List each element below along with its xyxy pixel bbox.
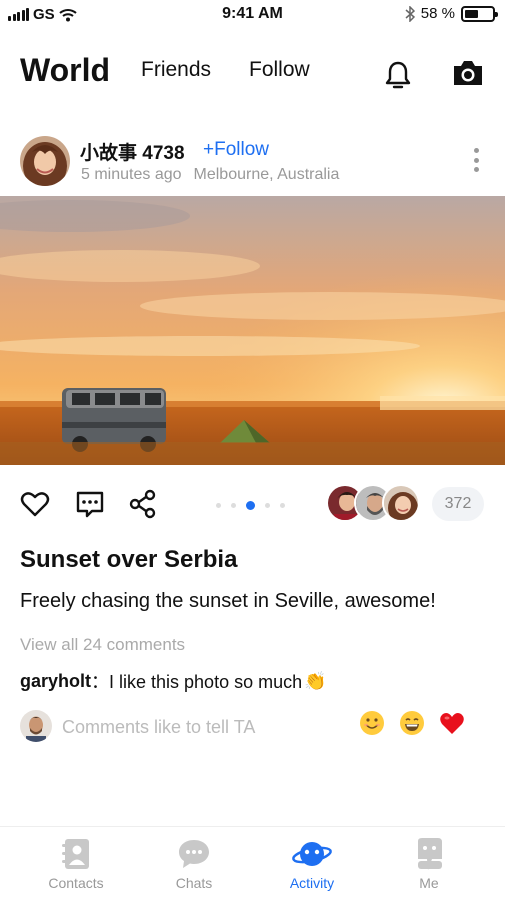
tab-label: Me	[419, 875, 439, 891]
tab-activity[interactable]: Activity	[262, 837, 362, 891]
my-avatar	[20, 710, 52, 742]
liker-avatar	[382, 484, 420, 522]
camera-icon[interactable]	[452, 58, 484, 88]
view-all-comments-link[interactable]: View all 24 comments	[20, 635, 185, 655]
pager-dot-active[interactable]	[246, 501, 255, 510]
pager-dot[interactable]	[231, 503, 236, 508]
bottom-tab-bar: Contacts Chats Activity Me	[0, 826, 505, 897]
contacts-icon	[62, 839, 89, 869]
post-actions: 372	[20, 484, 485, 526]
tab-world[interactable]: World	[20, 52, 110, 89]
post-location[interactable]: Melbourne, Australia	[194, 166, 340, 184]
chat-bubble-icon	[179, 840, 209, 868]
like-count-badge[interactable]: 372	[432, 487, 484, 521]
battery-fill	[465, 9, 479, 18]
post-photo[interactable]	[0, 196, 505, 465]
profile-icon	[418, 838, 442, 870]
pager-dot[interactable]	[280, 503, 285, 508]
bluetooth-icon	[405, 5, 415, 22]
comment-author[interactable]: garyholt	[20, 671, 91, 692]
pager-dot[interactable]	[265, 503, 270, 508]
post-description: Freely chasing the sunset in Seville, aw…	[20, 590, 436, 612]
tab-me[interactable]: Me	[379, 837, 479, 891]
author-avatar[interactable]	[20, 136, 70, 186]
tab-friends[interactable]: Friends	[141, 58, 211, 82]
tab-follow[interactable]: Follow	[249, 58, 310, 82]
heart-emoji-icon[interactable]	[439, 710, 465, 736]
post-title: Sunset over Serbia	[20, 546, 238, 573]
tab-label: Contacts	[48, 875, 104, 891]
pager-dot[interactable]	[216, 503, 221, 508]
tab-label: Activity	[289, 875, 335, 891]
status-bar: GS 9:41 AM 58 %	[0, 0, 505, 30]
status-right: 58 %	[405, 5, 498, 22]
bell-icon[interactable]	[384, 60, 412, 90]
grin-emoji-icon[interactable]	[399, 710, 425, 736]
tab-label: Chats	[175, 875, 213, 891]
author-name[interactable]: 小故事 4738	[80, 138, 185, 165]
smile-emoji-icon[interactable]	[359, 710, 385, 736]
like-heart-icon[interactable]	[20, 489, 50, 519]
comment-item: garyholt ：I like this photo so much 👏	[20, 668, 327, 694]
comment-icon[interactable]	[75, 489, 105, 519]
post-meta: 5 minutes ago Melbourne, Australia	[81, 166, 339, 184]
battery-icon	[461, 5, 498, 22]
post-time: 5 minutes ago	[81, 166, 182, 183]
sunset-van-photo	[0, 196, 505, 465]
follow-button[interactable]: +Follow	[203, 139, 269, 161]
planet-icon	[292, 842, 332, 866]
tab-chats[interactable]: Chats	[144, 837, 244, 891]
comment-text: ：I like this photo so much	[91, 672, 303, 692]
battery-percent: 58 %	[420, 5, 455, 22]
more-options-icon[interactable]	[472, 148, 480, 172]
top-nav: World Friends Follow	[20, 50, 485, 100]
comment-bar	[20, 708, 485, 744]
tab-contacts[interactable]: Contacts	[26, 837, 126, 891]
comment-input[interactable]	[62, 714, 362, 740]
photo-pager[interactable]	[216, 501, 285, 510]
post-header: 小故事 4738 +Follow 5 minutes ago Melbourne…	[20, 136, 485, 188]
clapping-hands-icon: 👏	[304, 670, 327, 691]
share-icon[interactable]	[128, 489, 158, 519]
